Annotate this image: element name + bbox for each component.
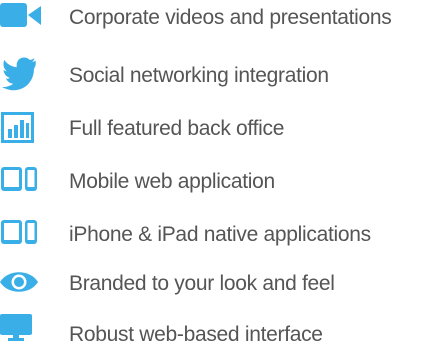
tablet-phone-icon (0, 160, 42, 200)
feature-item-mobile-web: Mobile web application (0, 160, 435, 200)
twitter-bird-icon (0, 55, 42, 95)
bar-chart-icon (0, 107, 42, 147)
feature-item-web-interface: Robust web-based interface (0, 311, 435, 351)
video-camera-icon (0, 0, 42, 40)
feature-label: Social networking integration (69, 64, 329, 87)
feature-item-corporate-videos: Corporate videos and presentations (0, 0, 435, 40)
feature-item-social-networking: Social networking integration (0, 55, 435, 95)
feature-label: Corporate videos and presentations (69, 6, 392, 29)
feature-label: Mobile web application (69, 170, 275, 193)
feature-item-branded: Branded to your look and feel (0, 266, 435, 306)
tablet-phone-icon (0, 213, 42, 253)
feature-label: Robust web-based interface (69, 323, 323, 346)
feature-item-native-apps: iPhone & iPad native applications (0, 213, 435, 253)
feature-label: Branded to your look and feel (69, 272, 335, 295)
desktop-monitor-icon (0, 311, 42, 351)
feature-label: iPhone & iPad native applications (69, 223, 371, 246)
feature-label: Full featured back office (69, 117, 285, 140)
eye-icon (0, 266, 42, 306)
feature-item-back-office: Full featured back office (0, 107, 435, 147)
